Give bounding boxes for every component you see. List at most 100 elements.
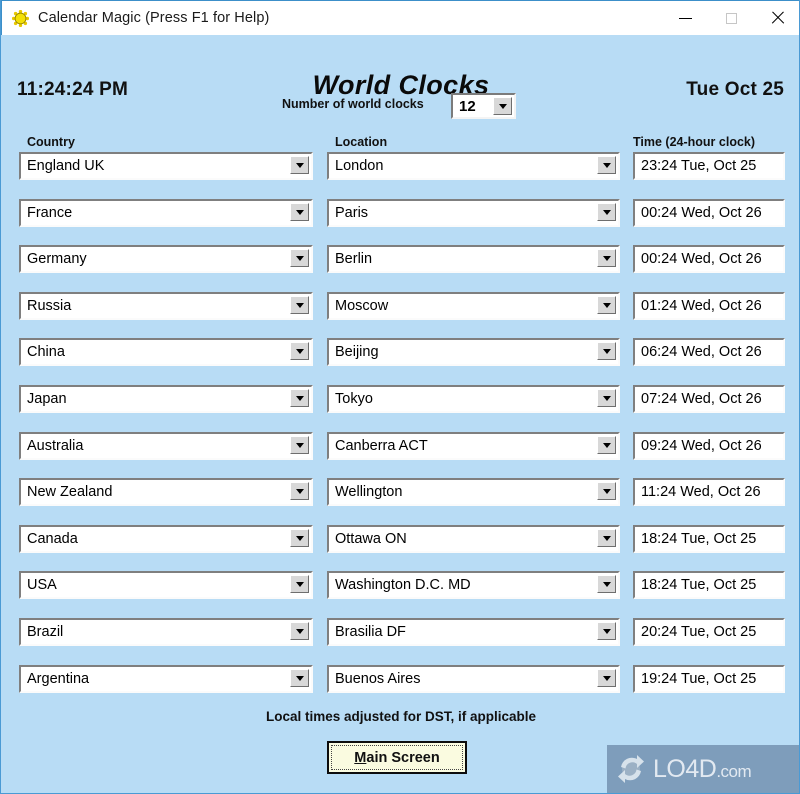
chevron-down-icon[interactable]	[290, 622, 309, 640]
clock-row: Japan Tokyo 07:24 Wed, Oct 26	[1, 385, 799, 413]
country-dropdown[interactable]: New Zealand	[19, 478, 313, 506]
country-dropdown[interactable]: Argentina	[19, 665, 313, 693]
location-value: Moscow	[335, 298, 389, 314]
location-dropdown[interactable]: Beijing	[327, 338, 620, 366]
time-field: 20:24 Tue, Oct 25	[633, 618, 785, 646]
country-value: Australia	[27, 438, 84, 454]
window-title: Calendar Magic (Press F1 for Help)	[38, 10, 270, 26]
main-screen-accel-key: M	[354, 749, 367, 766]
clock-row: Canada Ottawa ON 18:24 Tue, Oct 25	[1, 525, 799, 553]
column-header-time: Time (24-hour clock)	[633, 135, 756, 149]
location-dropdown[interactable]: Moscow	[327, 292, 620, 320]
country-dropdown[interactable]: Brazil	[19, 618, 313, 646]
country-dropdown[interactable]: Canada	[19, 525, 313, 553]
location-dropdown[interactable]: Buenos Aires	[327, 665, 620, 693]
country-dropdown[interactable]: China	[19, 338, 313, 366]
chevron-down-icon[interactable]	[290, 389, 309, 407]
clock-row: Russia Moscow 01:24 Wed, Oct 26	[1, 292, 799, 320]
chevron-down-icon[interactable]	[493, 97, 512, 115]
main-screen-button[interactable]: Main Screen	[327, 741, 467, 774]
location-dropdown[interactable]: Washington D.C. MD	[327, 571, 620, 599]
chevron-down-icon[interactable]	[290, 436, 309, 454]
chevron-down-icon[interactable]	[290, 575, 309, 593]
country-dropdown[interactable]: France	[19, 199, 313, 227]
chevron-down-icon[interactable]	[290, 529, 309, 547]
country-dropdown[interactable]: Australia	[19, 432, 313, 460]
chevron-down-icon[interactable]	[597, 482, 616, 500]
close-button[interactable]	[754, 1, 799, 35]
clock-row: France Paris 00:24 Wed, Oct 26	[1, 199, 799, 227]
country-dropdown[interactable]: Japan	[19, 385, 313, 413]
location-dropdown[interactable]: Ottawa ON	[327, 525, 620, 553]
country-dropdown[interactable]: USA	[19, 571, 313, 599]
clock-count-dropdown[interactable]: 12	[451, 93, 516, 119]
location-value: Berlin	[335, 251, 373, 267]
location-value: London	[335, 158, 384, 174]
chevron-down-icon[interactable]	[290, 249, 309, 267]
country-dropdown[interactable]: England UK	[19, 152, 313, 180]
location-dropdown[interactable]: Berlin	[327, 245, 620, 273]
main-screen-button-label: Main Screen	[354, 750, 439, 766]
chevron-down-icon[interactable]	[597, 342, 616, 360]
time-value: 11:24 Wed, Oct 26	[641, 484, 761, 500]
minimize-button[interactable]	[662, 1, 708, 35]
lo4d-watermark: LO4D.com	[607, 745, 799, 793]
time-value: 20:24 Tue, Oct 25	[641, 624, 757, 640]
chevron-down-icon[interactable]	[597, 622, 616, 640]
time-field: 18:24 Tue, Oct 25	[633, 525, 785, 553]
chevron-down-icon[interactable]	[290, 669, 309, 687]
location-value: Wellington	[335, 484, 403, 500]
chevron-down-icon[interactable]	[597, 436, 616, 454]
column-header-country: Country	[27, 135, 75, 149]
time-value: 01:24 Wed, Oct 26	[641, 298, 762, 314]
clock-row: China Beijing 06:24 Wed, Oct 26	[1, 338, 799, 366]
location-value: Ottawa ON	[335, 531, 407, 547]
time-value: 06:24 Wed, Oct 26	[641, 344, 762, 360]
chevron-down-icon[interactable]	[597, 156, 616, 174]
country-dropdown[interactable]: Germany	[19, 245, 313, 273]
location-value: Washington D.C. MD	[335, 577, 471, 593]
chevron-down-icon[interactable]	[597, 529, 616, 547]
clock-count-label: Number of world clocks	[282, 97, 424, 111]
time-field: 11:24 Wed, Oct 26	[633, 478, 785, 506]
country-value: Germany	[27, 251, 87, 267]
close-icon	[770, 11, 784, 25]
chevron-down-icon[interactable]	[290, 203, 309, 221]
clock-row: New Zealand Wellington 11:24 Wed, Oct 26	[1, 478, 799, 506]
country-value: New Zealand	[27, 484, 113, 500]
chevron-down-icon[interactable]	[597, 575, 616, 593]
clock-count-row: Number of world clocks 12	[1, 93, 799, 121]
dst-note: Local times adjusted for DST, if applica…	[265, 709, 537, 724]
country-value: USA	[27, 577, 57, 593]
maximize-button[interactable]	[708, 1, 754, 35]
location-dropdown[interactable]: Wellington	[327, 478, 620, 506]
chevron-down-icon[interactable]	[597, 669, 616, 687]
location-dropdown[interactable]: London	[327, 152, 620, 180]
time-field: 09:24 Wed, Oct 26	[633, 432, 785, 460]
chevron-down-icon[interactable]	[290, 482, 309, 500]
location-value: Beijing	[335, 344, 379, 360]
location-dropdown[interactable]: Tokyo	[327, 385, 620, 413]
country-value: Japan	[27, 391, 67, 407]
location-dropdown[interactable]: Paris	[327, 199, 620, 227]
location-dropdown[interactable]: Brasilia DF	[327, 618, 620, 646]
chevron-down-icon[interactable]	[597, 389, 616, 407]
chevron-down-icon[interactable]	[290, 342, 309, 360]
lo4d-watermark-suffix: .com	[716, 761, 752, 781]
location-value: Buenos Aires	[335, 671, 421, 687]
location-value: Brasilia DF	[335, 624, 406, 640]
clock-row: USA Washington D.C. MD 18:24 Tue, Oct 25	[1, 571, 799, 599]
chevron-down-icon[interactable]	[290, 296, 309, 314]
chevron-down-icon[interactable]	[290, 156, 309, 174]
time-field: 18:24 Tue, Oct 25	[633, 571, 785, 599]
country-value: Argentina	[27, 671, 90, 687]
chevron-down-icon[interactable]	[597, 296, 616, 314]
chevron-down-icon[interactable]	[597, 249, 616, 267]
location-dropdown[interactable]: Canberra ACT	[327, 432, 620, 460]
location-value: Paris	[335, 205, 369, 221]
country-dropdown[interactable]: Russia	[19, 292, 313, 320]
country-value: Russia	[27, 298, 72, 314]
lo4d-logo-icon	[615, 753, 647, 785]
chevron-down-icon[interactable]	[597, 203, 616, 221]
main-screen-label-rest: ain Screen	[366, 749, 440, 766]
